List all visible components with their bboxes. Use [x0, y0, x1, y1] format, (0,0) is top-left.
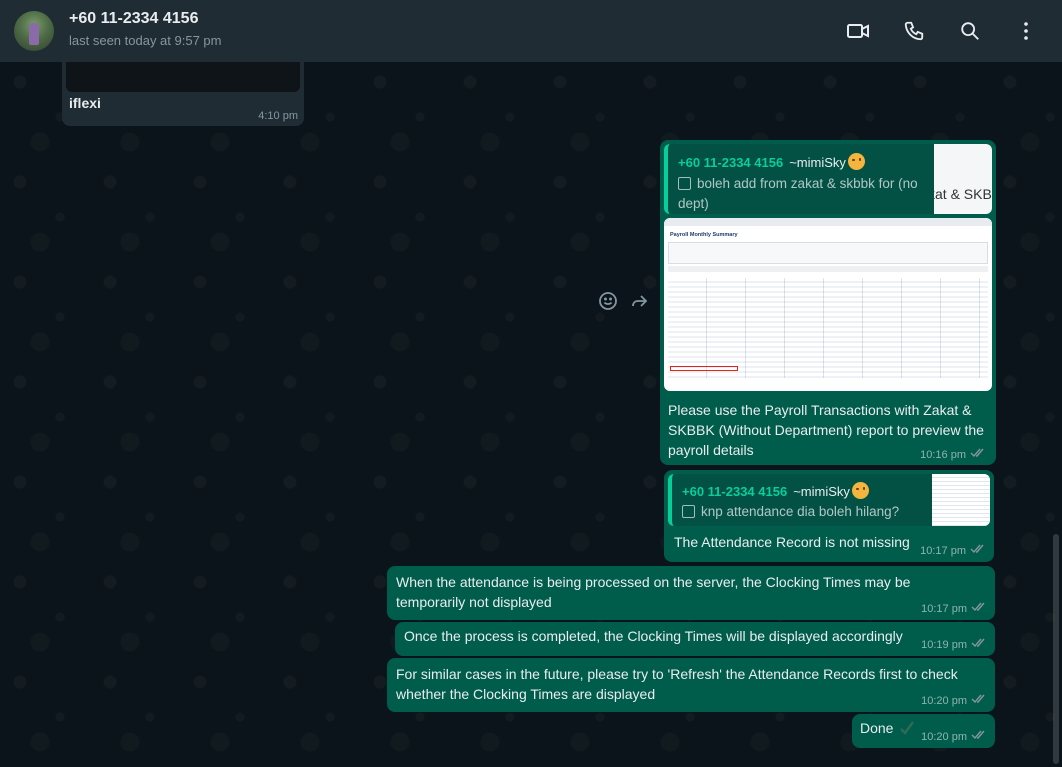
scrollbar[interactable] — [1053, 64, 1059, 764]
menu-icon[interactable] — [1013, 18, 1039, 44]
double-check-icon — [971, 602, 987, 615]
double-check-icon — [971, 694, 987, 707]
search-icon[interactable] — [957, 18, 983, 44]
message-text: When the attendance is being processed o… — [396, 574, 911, 610]
double-check-icon — [971, 730, 987, 743]
last-seen-status: last seen today at 9:57 pm — [69, 33, 222, 48]
double-check-icon — [970, 544, 986, 557]
quoted-text: boleh add from zakat & skbbk for (no dep… — [678, 176, 918, 211]
quoted-alias: ~mimiSky — [793, 484, 850, 499]
double-check-icon — [971, 638, 987, 651]
outgoing-message[interactable]: Done 10:20 pm — [852, 714, 995, 748]
quoted-alias: ~mimiSky — [789, 155, 846, 170]
quoted-text: knp attendance dia boleh hilang? — [701, 504, 900, 519]
outgoing-message[interactable]: For similar cases in the future, please … — [387, 658, 995, 712]
screenshot-title: Payroll Monthly Summary — [670, 232, 738, 238]
message-text: The Attendance Record is not missing — [674, 534, 910, 550]
media-preview[interactable] — [66, 62, 300, 92]
message-text: Once the process is completed, the Clock… — [404, 628, 903, 644]
wink-emoji-icon — [847, 153, 865, 170]
outgoing-message-reply[interactable]: +60 11-2334 4156 ~mimiSky boleh add from … — [660, 140, 996, 465]
emoji-react-icon[interactable] — [598, 291, 618, 316]
message-time: 10:16 pm — [920, 448, 966, 461]
video-call-icon[interactable] — [845, 18, 871, 44]
message-text: For similar cases in the future, please … — [396, 666, 958, 702]
wink-emoji-icon — [851, 482, 869, 499]
double-check-icon — [970, 448, 986, 461]
message-text: iflexi — [69, 95, 101, 111]
outgoing-message-reply[interactable]: +60 11-2334 4156 ~mimiSky knp attendance … — [664, 470, 994, 562]
incoming-message[interactable]: iflexi 4:10 pm — [62, 62, 304, 126]
quoted-sender: +60 11-2334 4156 — [678, 155, 784, 170]
quoted-message[interactable]: +60 11-2334 4156 ~mimiSky boleh add from … — [664, 144, 992, 214]
image-icon — [678, 177, 691, 190]
voice-call-icon[interactable] — [901, 18, 927, 44]
scrollbar-thumb[interactable] — [1053, 534, 1059, 764]
quoted-message[interactable]: +60 11-2334 4156 ~mimiSky knp attendance … — [668, 474, 990, 526]
message-time: 10:20 pm — [921, 694, 967, 707]
message-text: Done — [860, 720, 894, 736]
avatar[interactable] — [14, 11, 54, 51]
message-time: 10:19 pm — [921, 638, 967, 651]
message-list[interactable]: iflexi 4:10 pm +60 11-2334 4156 ~mimiSky … — [0, 62, 1062, 767]
contact-name[interactable]: +60 11-2334 4156 — [69, 10, 198, 28]
outgoing-message[interactable]: When the attendance is being processed o… — [387, 566, 995, 620]
forward-icon[interactable] — [629, 291, 649, 316]
quoted-thumbnail — [932, 474, 990, 526]
chat-header: +60 11-2334 4156 last seen today at 9:57… — [0, 0, 1062, 62]
message-time: 10:17 pm — [920, 544, 966, 557]
message-time: 10:20 pm — [921, 730, 967, 743]
check-mark-emoji-icon — [899, 720, 915, 741]
image-attachment[interactable]: Payroll Monthly Summary — [664, 218, 992, 391]
outgoing-message[interactable]: Once the process is completed, the Clock… — [395, 622, 995, 656]
quoted-sender: +60 11-2334 4156 — [682, 484, 788, 499]
message-time: 4:10 pm — [258, 110, 298, 122]
message-time: 10:17 pm — [921, 602, 967, 615]
quoted-thumbnail: kat & SKBB — [934, 144, 992, 214]
image-icon — [682, 505, 695, 518]
